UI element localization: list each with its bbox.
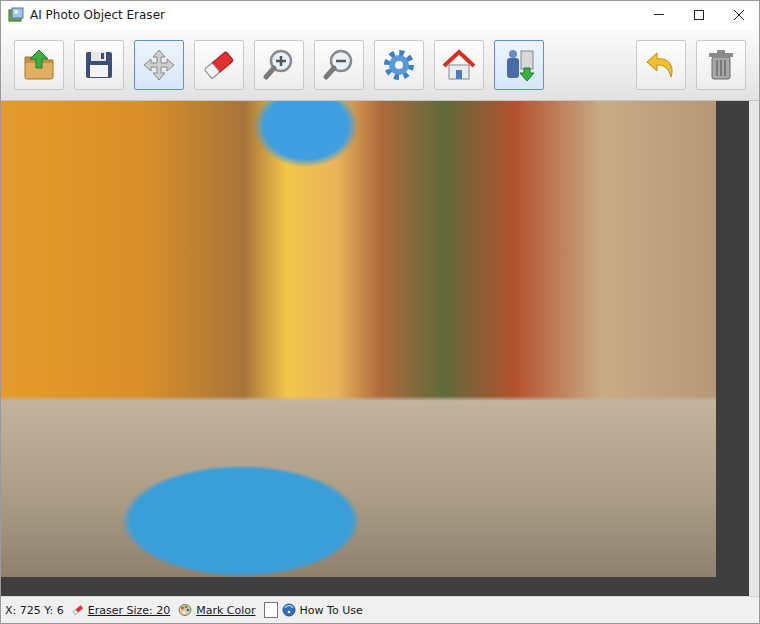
toolbar-group <box>636 40 746 90</box>
close-icon <box>733 9 745 21</box>
home-button[interactable] <box>434 40 484 90</box>
toolbar-group <box>14 40 544 90</box>
open-icon <box>21 47 57 83</box>
remove-button[interactable] <box>494 40 544 90</box>
delete-button[interactable] <box>696 40 746 90</box>
minimize-icon <box>653 9 665 21</box>
eraser-size-link[interactable]: Eraser Size: 20 <box>88 604 171 617</box>
app-window: AI Photo Object Eraser X: 725 Y: 6 Eraser … <box>0 0 760 624</box>
save-icon <box>81 47 117 83</box>
maximize-icon <box>693 9 705 21</box>
open-button[interactable] <box>14 40 64 90</box>
eraser-button[interactable] <box>194 40 244 90</box>
zoomin-icon <box>261 47 297 83</box>
photo[interactable] <box>1 101 716 577</box>
canvas-edge <box>749 101 759 596</box>
image-canvas <box>1 101 759 596</box>
move-icon <box>141 47 177 83</box>
cursor-coordinates: X: 725 Y: 6 <box>5 604 64 617</box>
delete-icon <box>703 47 739 83</box>
undo-icon <box>643 47 679 83</box>
status-bar: X: 725 Y: 6 Eraser Size: 20 Mark Color How … <box>1 596 759 623</box>
how-to-use-link[interactable]: How To Use <box>300 604 363 617</box>
help-icon <box>282 603 296 617</box>
save-button[interactable] <box>74 40 124 90</box>
toolbar <box>1 29 759 101</box>
minimize-button[interactable] <box>639 1 679 29</box>
eraser-icon <box>72 604 84 616</box>
window-title: AI Photo Object Eraser <box>30 8 639 22</box>
eraser-icon <box>201 47 237 83</box>
move-button[interactable] <box>134 40 184 90</box>
mark-color-swatch[interactable] <box>264 602 278 618</box>
palette-icon <box>178 603 192 617</box>
title-bar: AI Photo Object Eraser <box>1 1 759 29</box>
close-button[interactable] <box>719 1 759 29</box>
window-controls <box>639 1 759 29</box>
canvas-background <box>1 101 749 596</box>
zoomout-icon <box>321 47 357 83</box>
settings-icon <box>381 47 417 83</box>
undo-button[interactable] <box>636 40 686 90</box>
mark-color-link[interactable]: Mark Color <box>196 604 255 617</box>
app-icon <box>8 7 24 23</box>
home-icon <box>441 47 477 83</box>
zoomin-button[interactable] <box>254 40 304 90</box>
zoomout-button[interactable] <box>314 40 364 90</box>
remove-icon <box>501 47 537 83</box>
maximize-button[interactable] <box>679 1 719 29</box>
settings-button[interactable] <box>374 40 424 90</box>
